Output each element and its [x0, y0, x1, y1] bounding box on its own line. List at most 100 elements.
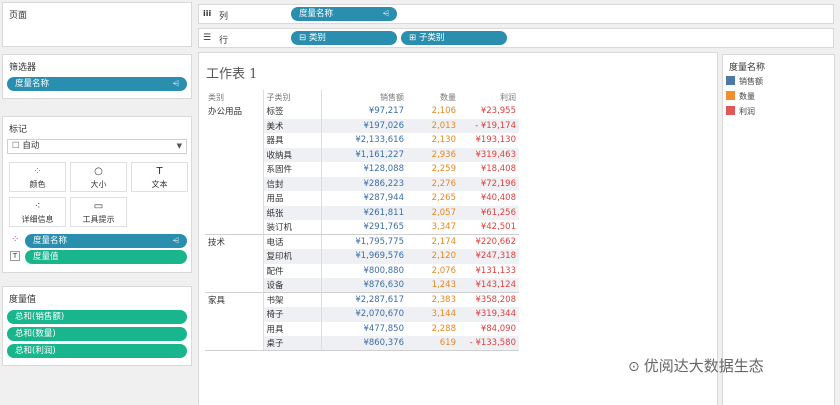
subcategory-cell[interactable]: 装订机: [262, 220, 321, 235]
header-quantity[interactable]: 数量: [407, 90, 459, 104]
sales-value[interactable]: ¥2,070,670: [320, 307, 407, 322]
subcategory-cell[interactable]: 椅子: [262, 307, 321, 322]
table-row[interactable]: 椅子 ¥2,070,670 3,144 ¥319,344: [205, 307, 519, 322]
category-cell[interactable]: [205, 206, 263, 221]
subcategory-cell[interactable]: 标签: [262, 104, 321, 119]
mark-type-dropdown[interactable]: ☐ 自动 ▼: [7, 139, 187, 154]
subcategory-cell[interactable]: 纸张: [262, 205, 321, 220]
color-button[interactable]: ⁘ 颜色: [9, 162, 66, 192]
text-button[interactable]: T 文本: [131, 162, 188, 192]
sales-value[interactable]: ¥1,795,775: [320, 234, 407, 249]
subcategory-cell[interactable]: 电话: [262, 234, 321, 249]
profit-value[interactable]: ¥247,318: [459, 249, 519, 264]
subcategory-cell[interactable]: 用具: [262, 321, 321, 336]
quantity-value[interactable]: 2,057: [407, 205, 459, 220]
sales-value[interactable]: ¥1,969,576: [320, 249, 407, 264]
sales-value[interactable]: ¥197,026: [320, 118, 407, 133]
filter-pill-measure-names[interactable]: 度量名称 ⩤: [7, 77, 187, 91]
profit-value[interactable]: ¥42,501: [459, 220, 519, 235]
table-row[interactable]: 用具 ¥477,850 2,288 ¥84,090: [205, 321, 519, 337]
header-profit[interactable]: 利润: [459, 90, 519, 104]
profit-value[interactable]: ¥131,133: [459, 264, 519, 279]
sales-value[interactable]: ¥261,811: [320, 205, 407, 220]
quantity-value[interactable]: 2,120: [407, 249, 459, 264]
category-cell[interactable]: [205, 220, 263, 235]
sales-value[interactable]: ¥477,850: [320, 321, 407, 336]
header-subcategory[interactable]: 子类别: [262, 90, 321, 104]
profit-value[interactable]: ¥358,208: [459, 292, 519, 307]
quantity-value[interactable]: 2,013: [407, 118, 459, 133]
quantity-value[interactable]: 619: [407, 336, 459, 351]
category-cell[interactable]: [205, 162, 263, 177]
detail-button[interactable]: ⁖ 详细信息: [9, 197, 66, 227]
sales-value[interactable]: ¥800,880: [320, 263, 407, 278]
subcategory-cell[interactable]: 配件: [262, 263, 321, 278]
columns-shelf[interactable]: iii 列 度量名称 ⩤: [198, 4, 834, 24]
sales-value[interactable]: ¥1,161,227: [320, 147, 407, 162]
sales-value[interactable]: ¥287,944: [320, 191, 407, 206]
table-row[interactable]: 配件 ¥800,880 2,076 ¥131,133: [205, 263, 519, 279]
table-row[interactable]: 复印机 ¥1,969,576 2,120 ¥247,318: [205, 249, 519, 264]
quantity-value[interactable]: 2,288: [407, 322, 459, 337]
marks-pill-measure-names[interactable]: 度量名称 ⩤: [25, 234, 187, 248]
table-row[interactable]: 美术 ¥197,026 2,013- ¥19,174: [205, 118, 519, 133]
header-sales[interactable]: 销售额: [320, 90, 407, 104]
subcategory-cell[interactable]: 系固件: [262, 162, 321, 177]
table-row[interactable]: 纸张 ¥261,811 2,057 ¥61,256: [205, 205, 519, 221]
table-row[interactable]: 装订机 ¥291,765 3,347 ¥42,501: [205, 220, 519, 235]
category-cell[interactable]: [205, 264, 263, 279]
profit-value[interactable]: ¥319,463: [459, 147, 519, 162]
profit-value[interactable]: ¥40,408: [459, 191, 519, 206]
table-row[interactable]: 技术 电话 ¥1,795,775 2,174 ¥220,662: [205, 234, 519, 249]
quantity-value[interactable]: 1,243: [407, 278, 459, 293]
profit-value[interactable]: ¥193,130: [459, 133, 519, 148]
quantity-value[interactable]: 2,936: [407, 147, 459, 162]
rows-pill-category[interactable]: ⊟ 类别: [291, 31, 397, 45]
subcategory-cell[interactable]: 设备: [262, 278, 321, 293]
category-cell[interactable]: [205, 249, 263, 264]
quantity-value[interactable]: 2,106: [407, 104, 459, 119]
quantity-value[interactable]: 3,347: [407, 220, 459, 235]
subcategory-cell[interactable]: 复印机: [262, 249, 321, 264]
profit-value[interactable]: ¥18,408: [459, 162, 519, 177]
sales-value[interactable]: ¥97,217: [320, 104, 407, 119]
sales-value[interactable]: ¥2,133,616: [320, 133, 407, 148]
category-cell[interactable]: [205, 148, 263, 163]
pages-card[interactable]: 页面: [2, 2, 192, 47]
category-cell[interactable]: [205, 278, 263, 293]
subcategory-cell[interactable]: 器具: [262, 133, 321, 148]
sales-value[interactable]: ¥286,223: [320, 176, 407, 191]
tooltip-button[interactable]: ▭ 工具提示: [70, 197, 127, 227]
sales-value[interactable]: ¥291,765: [320, 220, 407, 235]
quantity-value[interactable]: 2,383: [407, 292, 459, 307]
table-row[interactable]: 收纳具 ¥1,161,227 2,936 ¥319,463: [205, 147, 519, 163]
subcategory-cell[interactable]: 美术: [262, 118, 321, 133]
rows-pill-subcategory[interactable]: ⊞ 子类别: [401, 31, 507, 45]
profit-value[interactable]: ¥61,256: [459, 205, 519, 220]
category-cell[interactable]: 办公用品: [205, 104, 263, 119]
quantity-value[interactable]: 2,259: [407, 162, 459, 177]
quantity-value[interactable]: 2,130: [407, 133, 459, 148]
sales-value[interactable]: ¥128,088: [320, 162, 407, 177]
measure-pill-profit[interactable]: 总和(利润): [7, 344, 187, 358]
profit-value[interactable]: ¥72,196: [459, 176, 519, 191]
category-cell[interactable]: [205, 307, 263, 322]
rows-shelf[interactable]: ☰ 行 ⊟ 类别 ⊞ 子类别: [198, 28, 834, 48]
quantity-value[interactable]: 2,265: [407, 191, 459, 206]
category-cell[interactable]: [205, 322, 263, 337]
legend-item-sales[interactable]: 销售额: [726, 76, 763, 87]
header-category[interactable]: 类别: [205, 90, 263, 104]
subcategory-cell[interactable]: 桌子: [262, 336, 321, 351]
table-row[interactable]: 设备 ¥876,630 1,243 ¥143,124: [205, 278, 519, 293]
subcategory-cell[interactable]: 书架: [262, 292, 321, 307]
marks-pill-measure-values[interactable]: 度量值: [25, 250, 187, 264]
sales-value[interactable]: ¥2,287,617: [320, 292, 407, 307]
profit-value[interactable]: ¥23,955: [459, 104, 519, 119]
table-row[interactable]: 用品 ¥287,944 2,265 ¥40,408: [205, 191, 519, 206]
profit-value[interactable]: ¥319,344: [459, 307, 519, 322]
quantity-value[interactable]: 2,174: [407, 234, 459, 249]
table-row[interactable]: 家具 书架 ¥2,287,617 2,383 ¥358,208: [205, 292, 519, 307]
measure-pill-sales[interactable]: 总和(销售额): [7, 310, 187, 324]
size-button[interactable]: ○ 大小: [70, 162, 127, 192]
sales-value[interactable]: ¥860,376: [320, 336, 407, 351]
